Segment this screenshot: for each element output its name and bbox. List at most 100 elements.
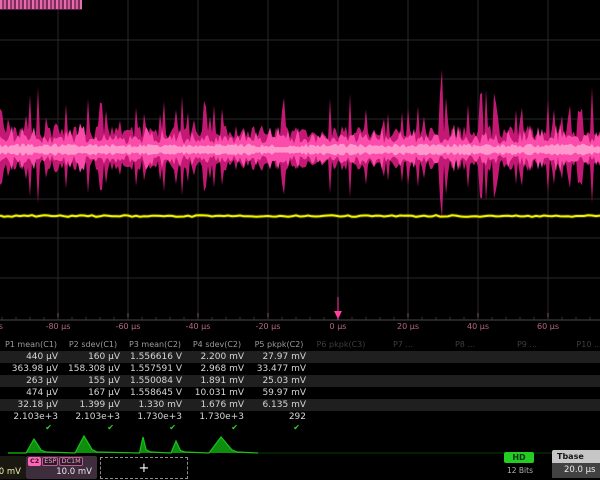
measurement-value-cell <box>496 375 558 387</box>
measurement-header-cell[interactable]: P3 mean(C2) <box>124 338 186 351</box>
measurement-status-cell: ✔ <box>124 423 186 433</box>
measurement-value-cell: 32.18 µV <box>0 399 62 411</box>
measurement-value-cell <box>496 387 558 399</box>
hd-mode-badge[interactable]: HD <box>504 452 534 463</box>
measurement-value-cell <box>558 363 600 375</box>
measurement-status-cell: ✔ <box>248 423 310 433</box>
measurement-value-cell: 1.556616 V <box>124 351 186 363</box>
time-axis-tick-label: -20 µs <box>256 322 281 331</box>
measurement-status-cell: ✔ <box>186 423 248 433</box>
plus-icon: + <box>139 462 150 475</box>
measurement-header-cell[interactable]: P2 sdev(C1) <box>62 338 124 351</box>
measurement-value-cell <box>496 411 558 423</box>
measurement-value-cell <box>372 363 434 375</box>
measurement-value-cell: 2.200 mV <box>186 351 248 363</box>
measurement-value-cell <box>310 399 372 411</box>
measurement-header-cell[interactable]: P8 ... <box>434 338 496 351</box>
trigger-position-marker[interactable] <box>334 297 342 320</box>
measurement-value-cell: 2.103e+3 <box>0 411 62 423</box>
measurement-header-cell[interactable]: P9 ... <box>496 338 558 351</box>
measurement-value: 474 µV167 µV1.558645 V10.031 mV59.97 mV <box>0 387 600 399</box>
measurement-value-cell: 155 µV <box>62 375 124 387</box>
measurement-value-cell: 160 µV <box>62 351 124 363</box>
channel-descriptor-c2[interactable]: C2 ESP DC1M 10.0 mV <box>26 456 97 479</box>
measurement-value-cell: 263 µV <box>0 375 62 387</box>
measurement-value: 2.103e+32.103e+31.730e+31.730e+3292 <box>0 411 600 423</box>
measurement-value-cell <box>558 387 600 399</box>
measurement-status-cell <box>434 423 496 433</box>
measurement-value-cell: 1.730e+3 <box>186 411 248 423</box>
measurement-value-cell: 59.97 mV <box>248 387 310 399</box>
time-axis-labels: -100 µs-80 µs-60 µs-40 µs-20 µs0 µs20 µs… <box>0 322 600 335</box>
oscilloscope-screen: -100 µs-80 µs-60 µs-40 µs-20 µs0 µs20 µs… <box>0 0 600 480</box>
measurement-value-cell <box>434 375 496 387</box>
time-axis-tick-label: 60 µs <box>537 322 559 331</box>
measurement-value-cell: 33.477 mV <box>248 363 310 375</box>
time-axis-tick-label: -80 µs <box>46 322 71 331</box>
c2-scale-value: 10.0 mV <box>28 466 95 478</box>
measurement-value-cell: 1.891 mV <box>186 375 248 387</box>
measurement-value-cell <box>372 387 434 399</box>
measurement-header: P1 mean(C1)P2 sdev(C1)P3 mean(C2)P4 sdev… <box>0 338 600 351</box>
measurement-header-cell[interactable]: P1 mean(C1) <box>0 338 62 351</box>
timebase-descriptor[interactable]: Tbase 20.0 µs <box>552 450 600 479</box>
measurement-value-cell <box>372 351 434 363</box>
measurement-header-cell[interactable]: P6 pkpk(C3) <box>310 338 372 351</box>
measurement-value-cell: 2.968 mV <box>186 363 248 375</box>
measurement-value: 263 µV155 µV1.550084 V1.891 mV25.03 mV <box>0 375 600 387</box>
measurement-value: 32.18 µV1.399 µV1.330 mV1.676 mV6.135 mV <box>0 399 600 411</box>
measurement-value-cell <box>434 399 496 411</box>
measurement-value-cell: 292 <box>248 411 310 423</box>
measurement-value-cell <box>310 411 372 423</box>
c1-scale-value: 10.0 mV <box>0 466 24 478</box>
measurement-value-cell: 1.558645 V <box>124 387 186 399</box>
trace-label-badge <box>0 0 82 10</box>
measurement-value-cell: 363.98 µV <box>0 363 62 375</box>
measurement-value-cell <box>310 375 372 387</box>
measurement-value-cell <box>434 351 496 363</box>
measurement-status-cell: ✔ <box>0 423 62 433</box>
measurement-value-cell <box>310 351 372 363</box>
measurement-value: 363.98 µV158.308 µV1.557591 V2.968 mV33.… <box>0 363 600 375</box>
measurement-value-cell <box>434 363 496 375</box>
channel-descriptor-c1[interactable]: DC1M 10.0 mV <box>0 456 26 479</box>
time-axis-tick-label: 0 µs <box>330 322 347 331</box>
measurement-value-cell <box>558 399 600 411</box>
measurement-value-cell: 158.308 µV <box>62 363 124 375</box>
measurement-value-cell: 1.399 µV <box>62 399 124 411</box>
time-axis-tick-label: 40 µs <box>467 322 489 331</box>
measurement-value-cell: 1.330 mV <box>124 399 186 411</box>
add-trace-button[interactable]: + <box>100 457 188 479</box>
measurement-value-cell: 6.135 mV <box>248 399 310 411</box>
measurement-value-cell <box>558 351 600 363</box>
measurement-value-cell: 1.730e+3 <box>124 411 186 423</box>
c2-coupling-badge: DC1M <box>59 457 82 466</box>
measurement-status: ✔✔✔✔✔ <box>0 423 600 433</box>
measurement-value-cell <box>496 351 558 363</box>
measurement-value-cell: 27.97 mV <box>248 351 310 363</box>
measurement-header-cell[interactable]: P4 sdev(C2) <box>186 338 248 351</box>
measurement-value-cell: 2.103e+3 <box>62 411 124 423</box>
timebase-value: 20.0 µs <box>552 463 600 478</box>
measurement-header-cell[interactable]: P5 pkpk(C2) <box>248 338 310 351</box>
measurement-value-cell: 10.031 mV <box>186 387 248 399</box>
measurement-value-cell <box>372 399 434 411</box>
measurement-value-cell: 474 µV <box>0 387 62 399</box>
measurement-value-cell <box>372 411 434 423</box>
measurement-value-cell: 1.550084 V <box>124 375 186 387</box>
measurement-status-cell <box>496 423 558 433</box>
measurement-status-cell: ✔ <box>62 423 124 433</box>
measurement-status-cell <box>558 423 600 433</box>
time-axis-tick-label: -60 µs <box>116 322 141 331</box>
time-axis-tick-label: -40 µs <box>186 322 211 331</box>
measurement-header-cell[interactable]: P10 ... <box>558 338 600 351</box>
measurement-table: P1 mean(C1)P2 sdev(C1)P3 mean(C2)P4 sdev… <box>0 338 600 433</box>
hd-bits-label: 12 Bits <box>502 466 538 475</box>
measurement-value-cell <box>496 399 558 411</box>
measurement-value-cell <box>558 411 600 423</box>
measurement-header-cell[interactable]: P7 ... <box>372 338 434 351</box>
measurement-value-cell: 1.557591 V <box>124 363 186 375</box>
c2-label: C2 <box>28 457 41 466</box>
measurement-value-cell <box>558 375 600 387</box>
measurement-value-cell: 167 µV <box>62 387 124 399</box>
